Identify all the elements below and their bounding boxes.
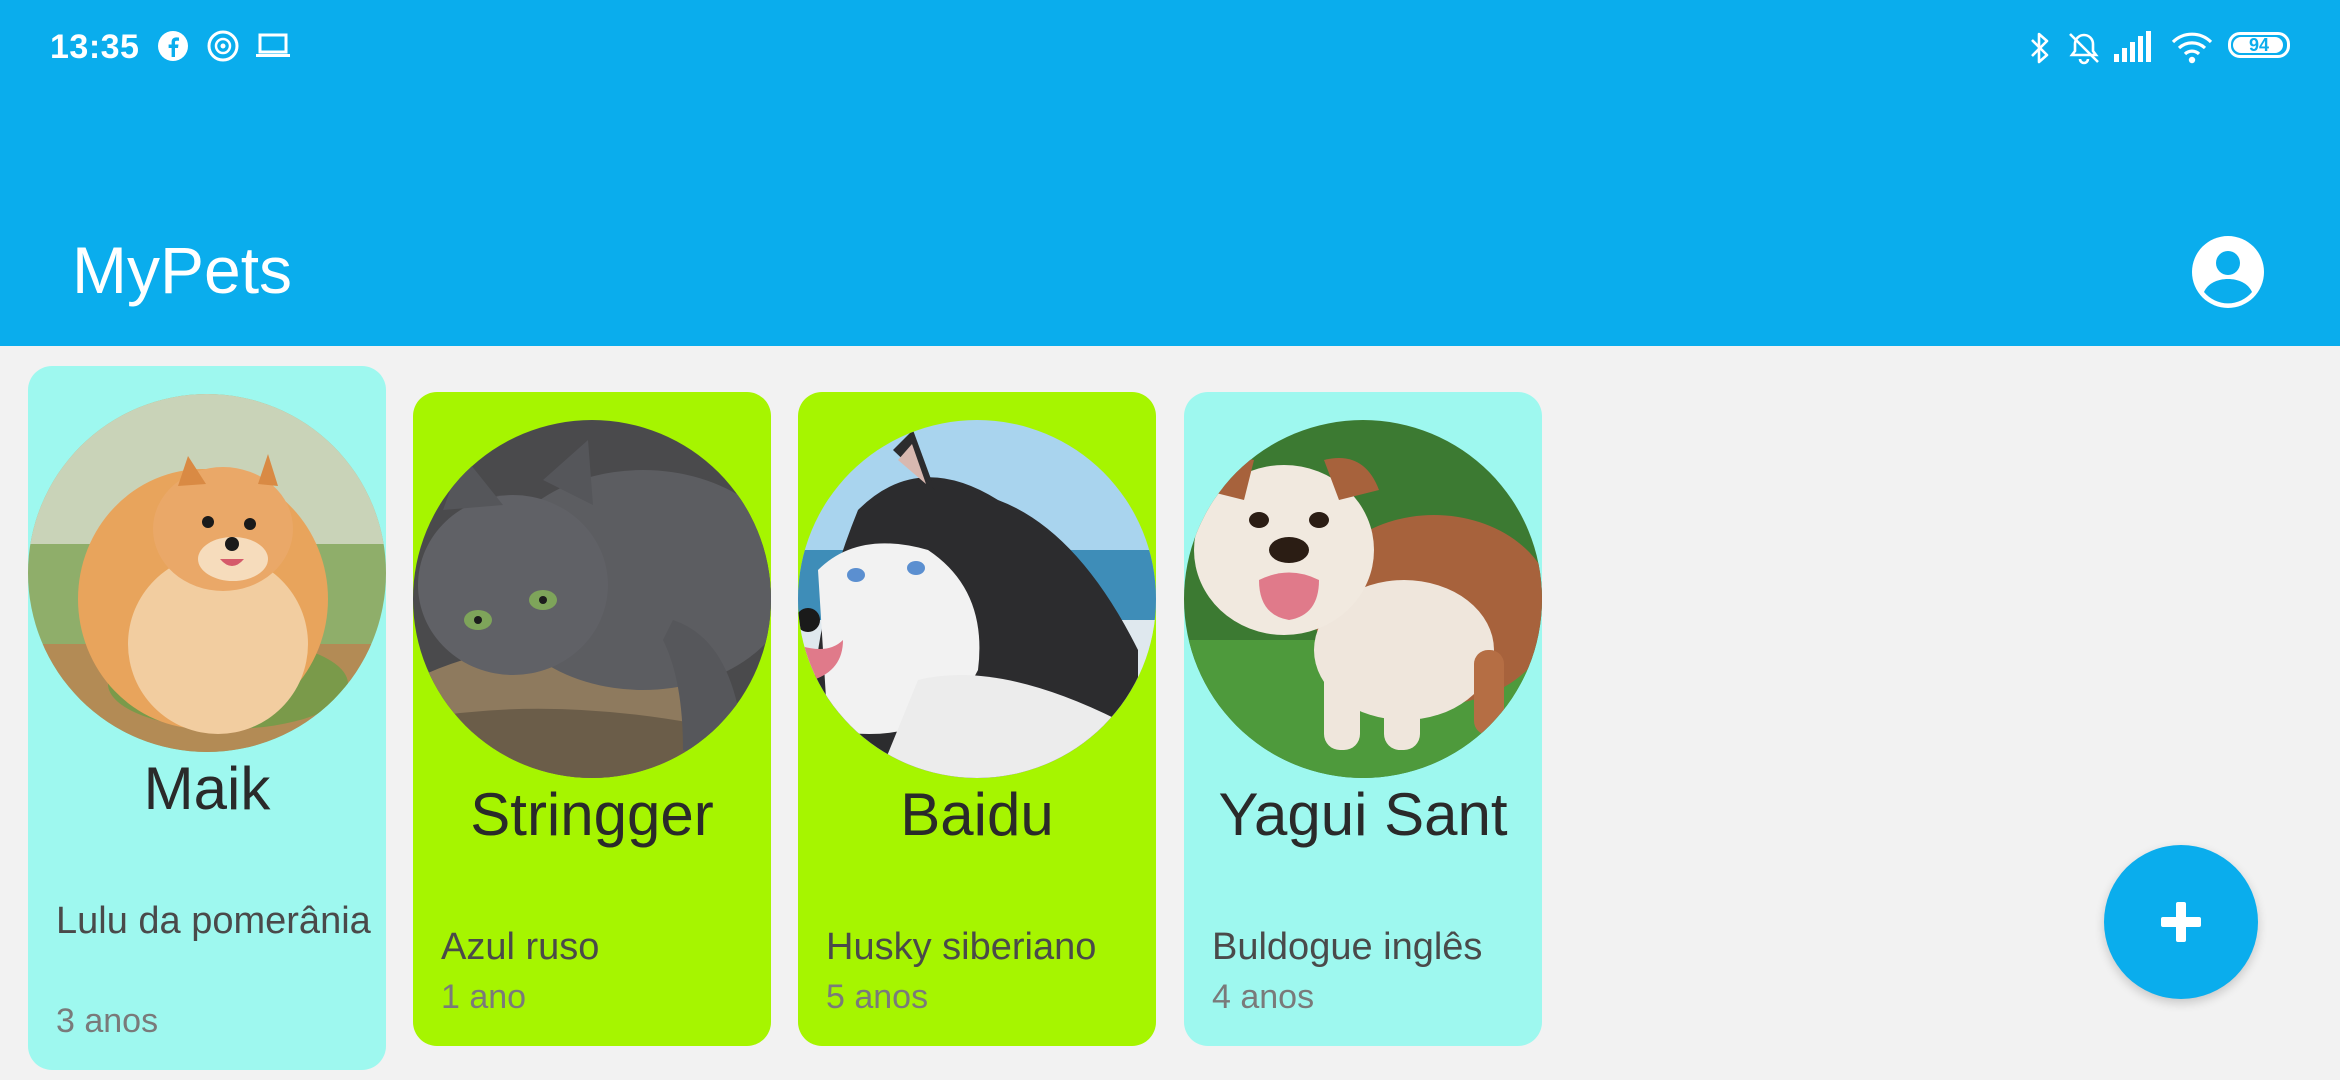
- gray-cat-photo: [413, 420, 771, 778]
- plus-icon: [2161, 902, 2201, 942]
- facebook-icon: [158, 31, 188, 61]
- pet-breed: Azul ruso: [441, 926, 600, 968]
- pet-card-baidu[interactable]: Baidu Husky siberiano 5 anos: [798, 392, 1156, 1046]
- pet-age: 4 anos: [1212, 978, 1315, 1016]
- app-bar: 13:35 94 MyPets: [0, 0, 2340, 346]
- pet-age: 5 anos: [826, 978, 929, 1016]
- pet-age: 1 ano: [441, 978, 527, 1016]
- app-title: MyPets: [72, 233, 293, 307]
- signal-icon: [2114, 31, 2151, 62]
- battery-level: 94: [2248, 35, 2270, 55]
- pet-name: Stringger: [470, 781, 714, 848]
- add-pet-button[interactable]: [2104, 845, 2258, 999]
- account-circle-icon[interactable]: [2190, 234, 2266, 310]
- pet-card-stringger[interactable]: Stringger Azul ruso 1 ano: [413, 392, 771, 1046]
- app-notification-icon: [207, 30, 239, 62]
- pet-breed: Buldogue inglês: [1212, 926, 1483, 968]
- pet-name: Baidu: [900, 781, 1054, 848]
- pet-name: Maik: [143, 755, 271, 822]
- pet-card-yagui-sant[interactable]: Yagui Sant Buldogue inglês 4 anos: [1184, 392, 1542, 1046]
- bulldog-photo: [1184, 420, 1542, 778]
- husky-photo: [798, 420, 1156, 778]
- status-bar: 13:35 94: [0, 0, 2340, 96]
- battery-icon: 94: [2228, 32, 2290, 58]
- wifi-icon: [2171, 32, 2213, 64]
- status-time: 13:35: [50, 28, 140, 66]
- pet-card-maik[interactable]: Maik Lulu da pomerânia 3 anos: [28, 366, 386, 1070]
- laptop-icon: [256, 33, 290, 57]
- pet-name: Yagui Sant: [1218, 781, 1508, 848]
- bell-off-icon: [2069, 33, 2099, 65]
- pet-breed: Lulu da pomerânia: [56, 900, 371, 942]
- pet-breed: Husky siberiano: [826, 926, 1097, 968]
- pet-age: 3 anos: [56, 1002, 159, 1040]
- pomeranian-photo: [28, 394, 386, 752]
- bluetooth-icon: [2031, 32, 2049, 64]
